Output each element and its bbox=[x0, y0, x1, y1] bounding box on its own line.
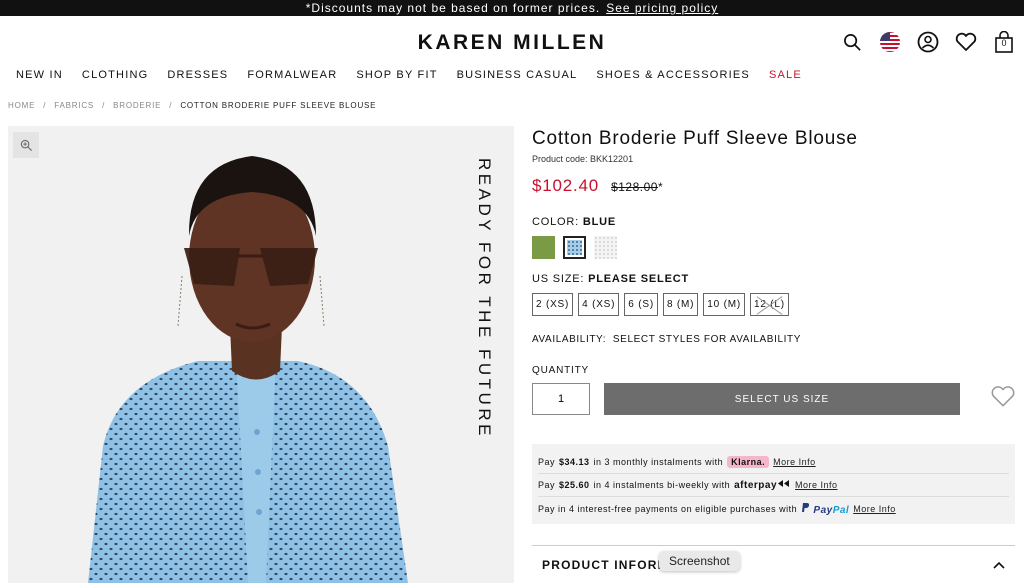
product-code: Product code: BKK12201 bbox=[532, 154, 634, 164]
cart-count: 0 bbox=[1001, 38, 1007, 48]
selected-size: PLEASE SELECT bbox=[588, 273, 689, 285]
size-option[interactable]: 10 (M) bbox=[703, 293, 745, 316]
size-option[interactable]: 4 (XS) bbox=[578, 293, 620, 316]
afterpay-pre: Pay bbox=[538, 480, 556, 490]
add-to-bag-button[interactable]: SELECT US SIZE bbox=[604, 383, 960, 415]
nav-item-shoes-accessories[interactable]: SHOES & ACCESSORIES bbox=[596, 69, 750, 81]
promo-bar: *Discounts may not be based on former pr… bbox=[0, 0, 1024, 16]
color-swatches bbox=[532, 236, 1016, 259]
quantity-label: QUANTITY bbox=[532, 365, 589, 376]
main-nav: NEW IN CLOTHING DRESSES FORMALWEAR SHOP … bbox=[0, 60, 1024, 90]
breadcrumb-current: COTTON BRODERIE PUFF SLEEVE BLOUSE bbox=[180, 101, 377, 110]
nav-item-business-casual[interactable]: BUSINESS CASUAL bbox=[457, 69, 578, 81]
swatch-blue[interactable] bbox=[563, 236, 586, 259]
availability-label: AVAILABILITY: bbox=[532, 334, 607, 345]
color-label: COLOR: BLUE bbox=[532, 216, 1016, 228]
nav-item-clothing[interactable]: CLOTHING bbox=[82, 69, 148, 81]
image-overlay-text: READY FOR THE FUTURE bbox=[475, 158, 494, 439]
swatch-white[interactable] bbox=[594, 236, 617, 259]
header-icons: 0 bbox=[840, 30, 1016, 54]
product-image[interactable]: READY FOR THE FUTURE bbox=[8, 126, 514, 583]
breadcrumb-separator: / bbox=[43, 101, 47, 110]
paypal-p-icon bbox=[802, 502, 810, 512]
paypal-more-info-link[interactable]: More Info bbox=[853, 504, 896, 514]
size-option[interactable]: 8 (M) bbox=[662, 293, 699, 316]
screenshot-tooltip: Screenshot bbox=[659, 551, 740, 571]
payment-options: Pay $34.13 in 3 monthly instalments with… bbox=[532, 444, 1015, 524]
model-illustration bbox=[88, 156, 408, 583]
pricing-policy-link[interactable]: See pricing policy bbox=[606, 1, 718, 15]
promo-text: *Discounts may not be based on former pr… bbox=[305, 1, 601, 15]
klarna-more-info-link[interactable]: More Info bbox=[773, 457, 816, 467]
breadcrumb-separator: / bbox=[169, 101, 173, 110]
size-option-out-of-stock[interactable]: 12 (L) bbox=[750, 293, 789, 316]
paypal-logo: PayPal bbox=[801, 502, 849, 516]
product-information-accordion[interactable]: PRODUCT INFORMA bbox=[532, 545, 1015, 583]
afterpay-arrows-icon bbox=[778, 480, 790, 487]
size-label: US SIZE: PLEASE SELECT bbox=[532, 273, 1016, 285]
swatch-green[interactable] bbox=[532, 236, 555, 259]
klarna-logo: Klarna. bbox=[727, 456, 770, 468]
size-options: 2 (XS) 4 (XS) 6 (S) 8 (M) 10 (M) 12 (L) bbox=[532, 293, 1016, 316]
purchase-row: SELECT US SIZE bbox=[532, 383, 1016, 415]
color-label-prefix: COLOR: bbox=[532, 216, 579, 228]
nav-item-formalwear[interactable]: FORMALWEAR bbox=[247, 69, 337, 81]
price-footnote-mark: * bbox=[657, 180, 664, 194]
nav-item-sale[interactable]: SALE bbox=[769, 69, 802, 81]
paypal-brand-a: Pay bbox=[813, 504, 833, 516]
afterpay-logo: afterpay bbox=[734, 479, 791, 491]
sale-price: $102.40 bbox=[532, 176, 600, 195]
klarna-text: in 3 monthly instalments with bbox=[593, 457, 724, 467]
afterpay-text: in 4 instalments bi-weekly with bbox=[593, 480, 731, 490]
zoom-icon[interactable] bbox=[13, 132, 39, 158]
account-icon[interactable] bbox=[916, 30, 940, 54]
size-option[interactable]: 2 (XS) bbox=[532, 293, 574, 316]
cart-icon[interactable]: 0 bbox=[992, 30, 1016, 54]
afterpay-amount: $25.60 bbox=[559, 480, 590, 490]
breadcrumb-broderie[interactable]: BRODERIE bbox=[113, 101, 161, 110]
add-to-wishlist-heart-icon[interactable] bbox=[990, 385, 1016, 413]
paypal-row: Pay in 4 interest-free payments on eligi… bbox=[538, 497, 1009, 520]
afterpay-row: Pay $25.60 in 4 instalments bi-weekly wi… bbox=[538, 474, 1009, 497]
availability: AVAILABILITY: SELECT STYLES FOR AVAILABI… bbox=[532, 334, 1016, 345]
breadcrumb-home[interactable]: HOME bbox=[8, 101, 35, 110]
klarna-pre: Pay bbox=[538, 457, 556, 467]
site-header: KAREN MILLEN 0 bbox=[0, 16, 1024, 60]
afterpay-logo-text: afterpay bbox=[734, 480, 778, 491]
price-block: $102.40 $128.00* bbox=[532, 176, 1016, 196]
nav-item-new-in[interactable]: NEW IN bbox=[16, 69, 63, 81]
klarna-row: Pay $34.13 in 3 monthly instalments with… bbox=[538, 451, 1009, 474]
wishlist-icon[interactable] bbox=[954, 30, 978, 54]
product-details: Cotton Broderie Puff Sleeve Blouse Produ… bbox=[532, 126, 1016, 415]
paypal-brand-b: Pal bbox=[832, 504, 850, 516]
original-price-value: $128.00 bbox=[611, 180, 658, 194]
us-flag-icon[interactable] bbox=[878, 30, 902, 54]
breadcrumb: HOME / FABRICS / BRODERIE / COTTON BRODE… bbox=[8, 101, 376, 110]
chevron-up-icon bbox=[993, 561, 1005, 569]
afterpay-more-info-link[interactable]: More Info bbox=[795, 480, 838, 490]
quantity-input[interactable] bbox=[532, 383, 590, 415]
original-price: $128.00* bbox=[611, 180, 663, 194]
size-label-prefix: US SIZE: bbox=[532, 273, 585, 285]
klarna-amount: $34.13 bbox=[559, 457, 590, 467]
product-title: Cotton Broderie Puff Sleeve Blouse bbox=[532, 128, 858, 149]
nav-item-shop-by-fit[interactable]: SHOP BY FIT bbox=[356, 69, 437, 81]
breadcrumb-separator: / bbox=[102, 101, 106, 110]
search-icon[interactable] bbox=[840, 30, 864, 54]
selected-color: BLUE bbox=[582, 216, 616, 228]
size-option[interactable]: 6 (S) bbox=[624, 293, 658, 316]
paypal-text: Pay in 4 interest-free payments on eligi… bbox=[538, 503, 798, 514]
breadcrumb-fabrics[interactable]: FABRICS bbox=[54, 101, 94, 110]
nav-item-dresses[interactable]: DRESSES bbox=[167, 69, 228, 81]
availability-value: SELECT STYLES FOR AVAILABILITY bbox=[612, 334, 801, 345]
